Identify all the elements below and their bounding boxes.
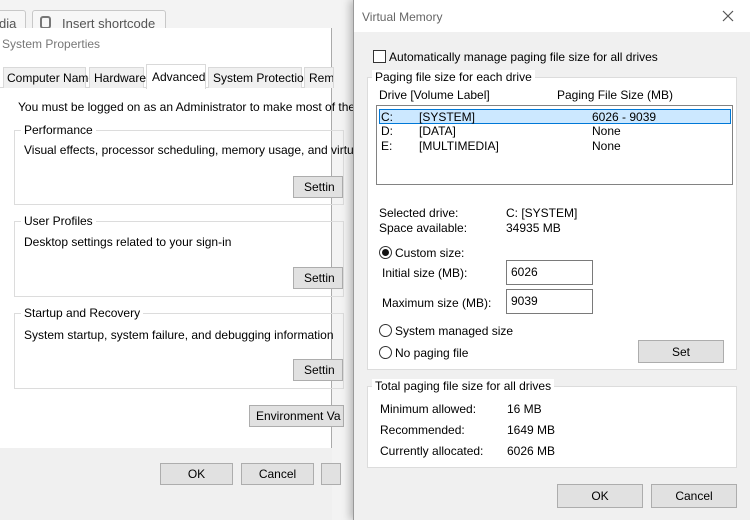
performance-description: Visual effects, processor scheduling, me… xyxy=(24,143,377,157)
size-column-header: Paging File Size (MB) xyxy=(557,88,674,102)
system-properties-apply-button[interactable] xyxy=(321,463,341,485)
tab-remote[interactable]: Rem xyxy=(304,67,334,88)
virtual-memory-ok-button[interactable]: OK xyxy=(557,484,643,508)
selected-drive-value: C: [SYSTEM] xyxy=(506,206,578,220)
startup-recovery-title: Startup and Recovery xyxy=(21,306,144,320)
paging-file-group-title: Paging file size for each drive xyxy=(372,70,535,84)
auto-manage-label[interactable]: Automatically manage paging file size fo… xyxy=(389,50,658,64)
drive-label: [DATA] xyxy=(419,124,456,138)
currently-allocated-label: Currently allocated: xyxy=(380,444,484,458)
drive-row-e[interactable]: E: [MULTIMEDIA] None xyxy=(379,139,731,154)
recommended-value: 1649 MB xyxy=(507,423,556,437)
drive-letter: E: xyxy=(381,139,393,153)
cancel-label: Cancel xyxy=(258,467,297,481)
drive-size: None xyxy=(592,139,621,153)
user-profiles-settings-button[interactable]: Settin xyxy=(293,267,343,289)
tab-label: Rem xyxy=(309,71,334,85)
system-properties-cancel-button[interactable]: Cancel xyxy=(241,463,314,485)
dialog-title: Virtual Memory xyxy=(362,10,443,24)
space-available-value: 34935 MB xyxy=(506,221,561,235)
user-profiles-title: User Profiles xyxy=(21,214,96,228)
tab-hardware[interactable]: Hardware xyxy=(89,67,147,88)
performance-title: Performance xyxy=(21,123,96,137)
startup-recovery-description: System startup, system failure, and debu… xyxy=(24,328,334,342)
settings-label: Settin xyxy=(304,363,335,377)
total-paging-title: Total paging file size for all drives xyxy=(372,379,555,393)
system-properties-title: System Properties xyxy=(2,37,101,51)
system-managed-radio[interactable] xyxy=(379,324,392,337)
tab-advanced[interactable]: Advanced xyxy=(146,64,206,89)
set-button[interactable]: Set xyxy=(638,340,724,363)
drive-label: [SYSTEM] xyxy=(419,110,476,124)
ok-label: OK xyxy=(591,489,609,503)
space-available-label: Space available: xyxy=(379,221,468,235)
maximum-size-value: 9039 xyxy=(511,294,538,308)
user-profiles-description: Desktop settings related to your sign-in xyxy=(24,235,232,249)
dialog-titlebar: Virtual Memory xyxy=(354,0,750,32)
drive-list[interactable]: C: [SYSTEM] 6026 - 9039 D: [DATA] None E… xyxy=(376,105,733,185)
settings-label: Settin xyxy=(304,271,335,285)
tab-label: Advanced xyxy=(152,70,206,84)
set-label: Set xyxy=(671,344,690,359)
system-properties-window: System Properties Computer Name Hardware… xyxy=(0,28,377,520)
no-paging-label[interactable]: No paging file xyxy=(395,346,468,360)
startup-recovery-settings-button[interactable]: Settin xyxy=(293,359,343,381)
system-properties-ok-button[interactable]: OK xyxy=(160,463,233,485)
settings-label: Settin xyxy=(304,180,335,194)
initial-size-label: Initial size (MB): xyxy=(382,266,468,280)
environment-variables-button[interactable]: Environment Va xyxy=(249,405,344,427)
cancel-label: Cancel xyxy=(675,489,713,503)
virtual-memory-dialog: Virtual Memory Automatically manage pagi… xyxy=(353,0,750,520)
drive-size: 6026 - 9039 xyxy=(592,110,657,124)
close-icon[interactable] xyxy=(720,8,736,24)
initial-size-value: 6026 xyxy=(511,265,538,279)
drive-label: [MULTIMEDIA] xyxy=(419,139,499,153)
system-managed-label[interactable]: System managed size xyxy=(395,324,513,338)
environment-variables-label: Environment Va xyxy=(256,409,341,423)
currently-allocated-value: 6026 MB xyxy=(507,444,556,458)
tab-system-protection[interactable]: System Protection xyxy=(208,67,310,88)
selected-drive-label: Selected drive: xyxy=(379,206,459,220)
custom-size-label[interactable]: Custom size: xyxy=(395,246,464,260)
no-paging-radio[interactable] xyxy=(379,346,392,359)
recommended-label: Recommended: xyxy=(380,423,465,437)
drive-row-c[interactable]: C: [SYSTEM] 6026 - 9039 xyxy=(379,109,731,124)
tab-label: Computer Name xyxy=(7,71,96,85)
drive-size: None xyxy=(592,124,621,138)
minimum-allowed-value: 16 MB xyxy=(507,402,542,416)
drive-column-header: Drive [Volume Label] xyxy=(379,88,490,102)
minimum-allowed-label: Minimum allowed: xyxy=(380,402,477,416)
maximum-size-label: Maximum size (MB): xyxy=(382,296,492,310)
custom-size-radio[interactable] xyxy=(379,246,392,259)
drive-letter: C: xyxy=(381,110,393,124)
tab-label: Hardware xyxy=(94,71,147,85)
drive-letter: D: xyxy=(381,124,393,138)
ok-label: OK xyxy=(187,467,206,481)
tab-computer-name[interactable]: Computer Name xyxy=(3,67,95,88)
initial-size-input[interactable]: 6026 xyxy=(506,260,593,285)
admin-note: You must be logged on as an Administrato… xyxy=(18,100,378,114)
maximum-size-input[interactable]: 9039 xyxy=(506,289,593,314)
performance-settings-button[interactable]: Settin xyxy=(293,176,343,198)
auto-manage-checkbox[interactable] xyxy=(373,50,386,63)
tab-label: System Protection xyxy=(213,71,311,85)
virtual-memory-cancel-button[interactable]: Cancel xyxy=(651,484,737,508)
drive-row-d[interactable]: D: [DATA] None xyxy=(379,124,731,139)
